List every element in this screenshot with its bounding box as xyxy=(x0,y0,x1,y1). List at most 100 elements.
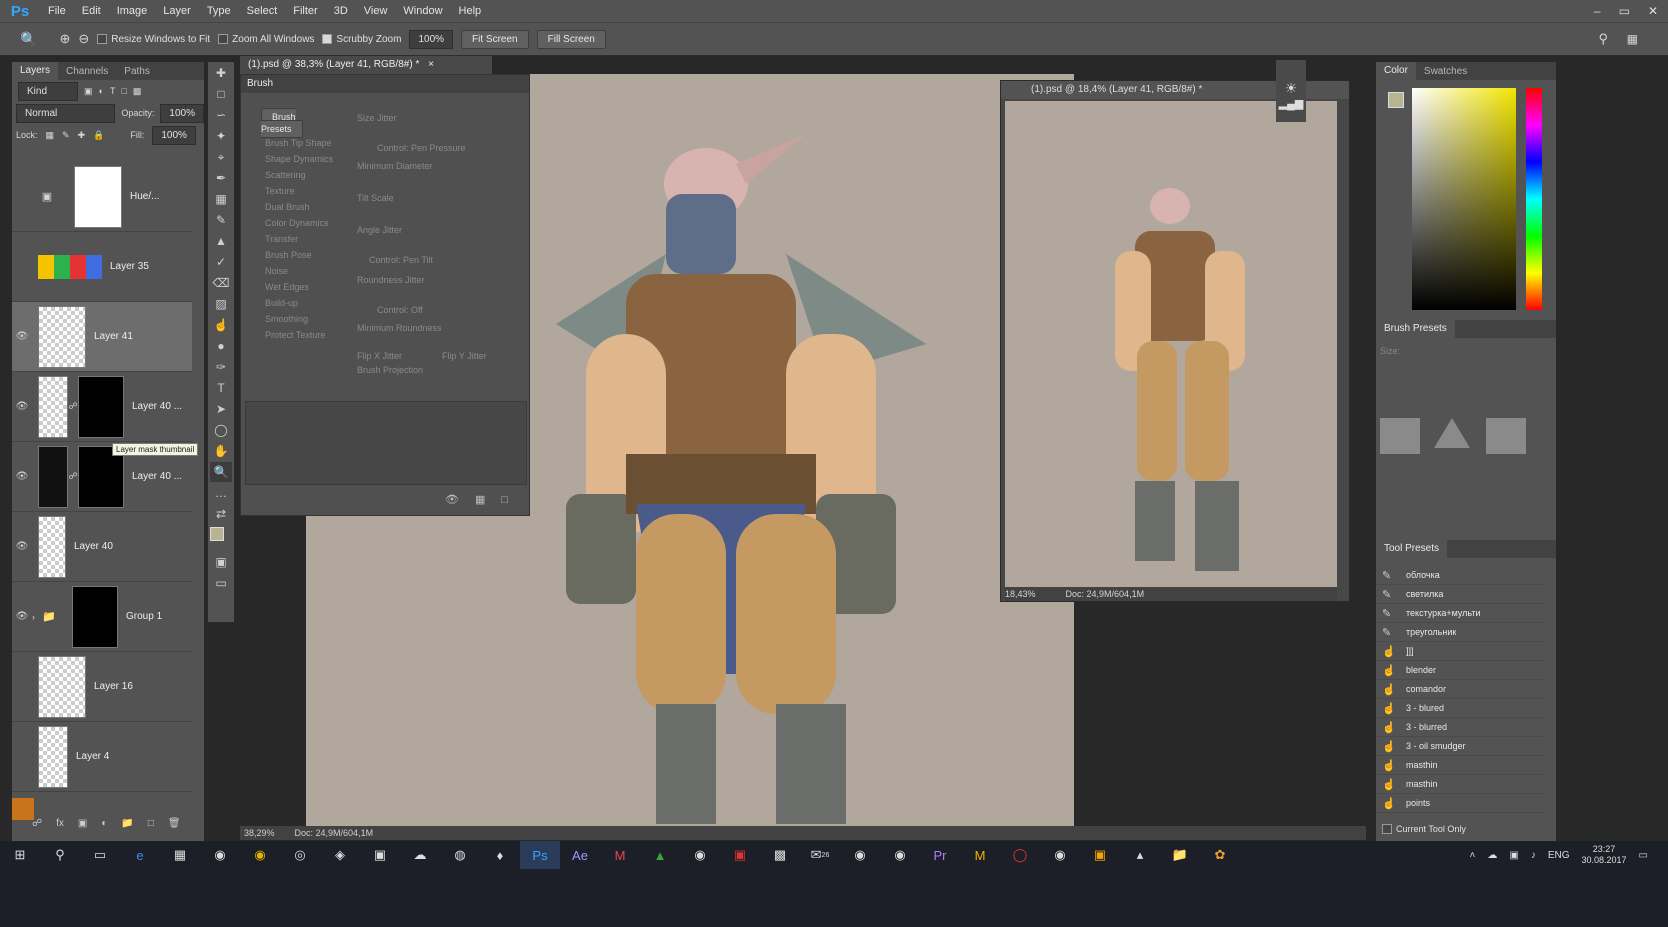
zoom-value-field[interactable]: 100% xyxy=(409,29,454,49)
tool-preset[interactable]: ☝ comandor xyxy=(1376,680,1546,699)
tab-tool-presets[interactable]: Tool Presets xyxy=(1376,540,1448,558)
brush-option[interactable]: Scattering xyxy=(247,167,347,183)
eyedropper-tool-icon[interactable]: ✒ xyxy=(210,168,232,188)
app-icon[interactable]: ▣ xyxy=(1080,841,1120,869)
tool-preset[interactable]: ☝ blender xyxy=(1376,661,1546,680)
zoom-out-icon[interactable]: ⊖ xyxy=(78,31,89,47)
fit-screen-button[interactable]: Fit Screen xyxy=(461,29,529,49)
tab-color[interactable]: Color xyxy=(1376,62,1416,80)
photoshop-taskbar-icon[interactable]: Ps xyxy=(520,841,560,869)
layer-row-group1[interactable]: 👁 › 📁 Group 1 xyxy=(12,582,192,652)
menu-file[interactable]: File xyxy=(40,5,74,17)
search-icon[interactable]: ⚲ xyxy=(40,841,80,869)
tray-arrow-icon[interactable]: ˄ xyxy=(1470,850,1476,861)
brush-option[interactable]: Brush Pose xyxy=(247,247,347,263)
document-tab[interactable]: (1).psd @ 38,3% (Layer 41, RGB/8#) * × xyxy=(240,56,492,74)
add-mask-icon[interactable]: ▣ xyxy=(78,818,87,829)
new-brush-icon[interactable]: □ xyxy=(501,494,508,506)
layer-row-hue[interactable]: ▣ Hue/... xyxy=(12,162,192,232)
filter-shape-icon[interactable]: □ xyxy=(121,86,126,96)
layer-row-41[interactable]: 👁 Layer 41 xyxy=(12,302,192,372)
menu-3d[interactable]: 3D xyxy=(326,5,356,17)
brush-preset-triangle[interactable] xyxy=(1434,418,1470,448)
lock-paint-icon[interactable]: ✎ xyxy=(62,130,70,141)
crop-tool-icon[interactable]: ⌖ xyxy=(210,147,232,167)
app-icon[interactable]: ▩ xyxy=(760,841,800,869)
layer-row-40-mask-a[interactable]: 👁 ☍ Layer 40 ... xyxy=(12,372,192,442)
app-icon[interactable]: M xyxy=(960,841,1000,869)
brush-option[interactable]: Shape Dynamics xyxy=(247,151,347,167)
control-value[interactable]: Pen Tilt xyxy=(403,255,433,265)
control-value[interactable]: Pen Pressure xyxy=(411,143,466,153)
menu-select[interactable]: Select xyxy=(239,5,286,17)
tool-preset[interactable]: ☝ masthin xyxy=(1376,775,1546,794)
close-button[interactable]: ✕ xyxy=(1648,4,1658,18)
ellipse-tool-icon[interactable]: ◯ xyxy=(210,420,232,440)
color-swatches[interactable] xyxy=(208,525,234,551)
brush-option[interactable]: Wet Edges xyxy=(247,279,347,295)
network-icon[interactable]: ▣ xyxy=(1509,850,1518,861)
grid-icon[interactable]: ▦ xyxy=(475,493,485,506)
app-icon[interactable]: ◎ xyxy=(280,841,320,869)
expand-arrow-icon[interactable]: › xyxy=(32,612,42,622)
app-icon[interactable]: ▣ xyxy=(720,841,760,869)
quick-mask-icon[interactable]: ▣ xyxy=(210,552,232,572)
tool-preset[interactable]: ✎ текстурка+мульти xyxy=(1376,604,1546,623)
gradient-tool-icon[interactable]: ▨ xyxy=(210,294,232,314)
lock-position-icon[interactable]: ✚ xyxy=(78,130,86,141)
tool-preset[interactable]: ✎ треугольник xyxy=(1376,623,1546,642)
toggle-preview-icon[interactable]: 👁 xyxy=(445,493,459,506)
hand-tool-icon[interactable]: ✋ xyxy=(210,441,232,461)
tab-swatches[interactable]: Swatches xyxy=(1416,66,1475,77)
eye-icon[interactable]: 👁 xyxy=(12,541,32,552)
scrubby-zoom-option[interactable]: Scrubby Zoom xyxy=(322,34,401,45)
tool-preset[interactable]: ☝ 3 - blurred xyxy=(1376,718,1546,737)
notifications-icon[interactable]: ▭ xyxy=(1639,850,1648,861)
brush-option[interactable]: Color Dynamics xyxy=(247,215,347,231)
tab-channels[interactable]: Channels xyxy=(58,66,116,77)
menu-view[interactable]: View xyxy=(356,5,396,17)
chrome-icon[interactable]: ◉ xyxy=(240,841,280,869)
move-tool-icon[interactable]: ✚ xyxy=(210,63,232,83)
layer-row-40[interactable]: 👁 Layer 40 xyxy=(12,512,192,582)
opacity-field[interactable]: 100% xyxy=(160,103,204,123)
menu-image[interactable]: Image xyxy=(109,5,156,17)
tool-preset[interactable]: ☝ masthin xyxy=(1376,756,1546,775)
zoom-tool-icon[interactable]: 🔍 xyxy=(20,31,37,48)
layer-mask-thumbnail[interactable] xyxy=(78,375,124,438)
mail-icon[interactable]: ✉ 26 xyxy=(800,841,840,869)
eye-icon[interactable]: 👁 xyxy=(12,401,32,412)
magic-wand-tool-icon[interactable]: ✦ xyxy=(210,126,232,146)
screen-mode-icon[interactable]: ▭ xyxy=(210,573,232,593)
current-tool-only-checkbox[interactable] xyxy=(1382,824,1392,834)
mail-m-icon[interactable]: M xyxy=(600,841,640,869)
resize-windows-option[interactable]: Resize Windows to Fit xyxy=(97,34,210,45)
sun-icon[interactable]: ☀ xyxy=(1276,80,1306,97)
zoom-tool-icon[interactable]: 🔍 xyxy=(210,462,232,482)
language-indicator[interactable]: ENG xyxy=(1548,850,1570,861)
app-icon[interactable]: ✿ xyxy=(1200,841,1240,869)
store-icon[interactable]: ▦ xyxy=(160,841,200,869)
resize-windows-checkbox[interactable] xyxy=(97,34,108,44)
menu-type[interactable]: Type xyxy=(199,5,239,17)
tool-preset[interactable]: ✎ облочка xyxy=(1376,566,1546,585)
app-icon[interactable]: ◍ xyxy=(440,841,480,869)
app-icon[interactable]: ◉ xyxy=(880,841,920,869)
trash-icon[interactable]: 🗑 xyxy=(168,818,181,829)
task-view-icon[interactable]: ▭ xyxy=(80,841,120,869)
preview-window[interactable]: (1).psd @ 18,4% (Layer 41, RGB/8#) * 18,… xyxy=(1000,80,1350,602)
foreground-swatch[interactable] xyxy=(1388,92,1404,108)
tab-layers[interactable]: Layers xyxy=(12,62,59,80)
healing-tool-icon[interactable]: ▦ xyxy=(210,189,232,209)
menu-help[interactable]: Help xyxy=(451,5,490,17)
preview-canvas[interactable] xyxy=(1005,101,1337,587)
histogram-icon[interactable]: ▂▄▆ xyxy=(1276,97,1306,110)
preview-zoom[interactable]: 18,43% xyxy=(1005,589,1036,599)
app-icon[interactable]: ♦ xyxy=(480,841,520,869)
hue-slider[interactable] xyxy=(1526,88,1542,310)
brush-preset-square-2[interactable] xyxy=(1486,418,1526,454)
zoom-in-icon[interactable]: ⊕ xyxy=(59,31,70,47)
edge-icon[interactable]: e xyxy=(120,841,160,869)
flip-y-checkbox[interactable]: Flip Y Jitter xyxy=(442,351,487,361)
app-icon[interactable]: ▴ xyxy=(1120,841,1160,869)
